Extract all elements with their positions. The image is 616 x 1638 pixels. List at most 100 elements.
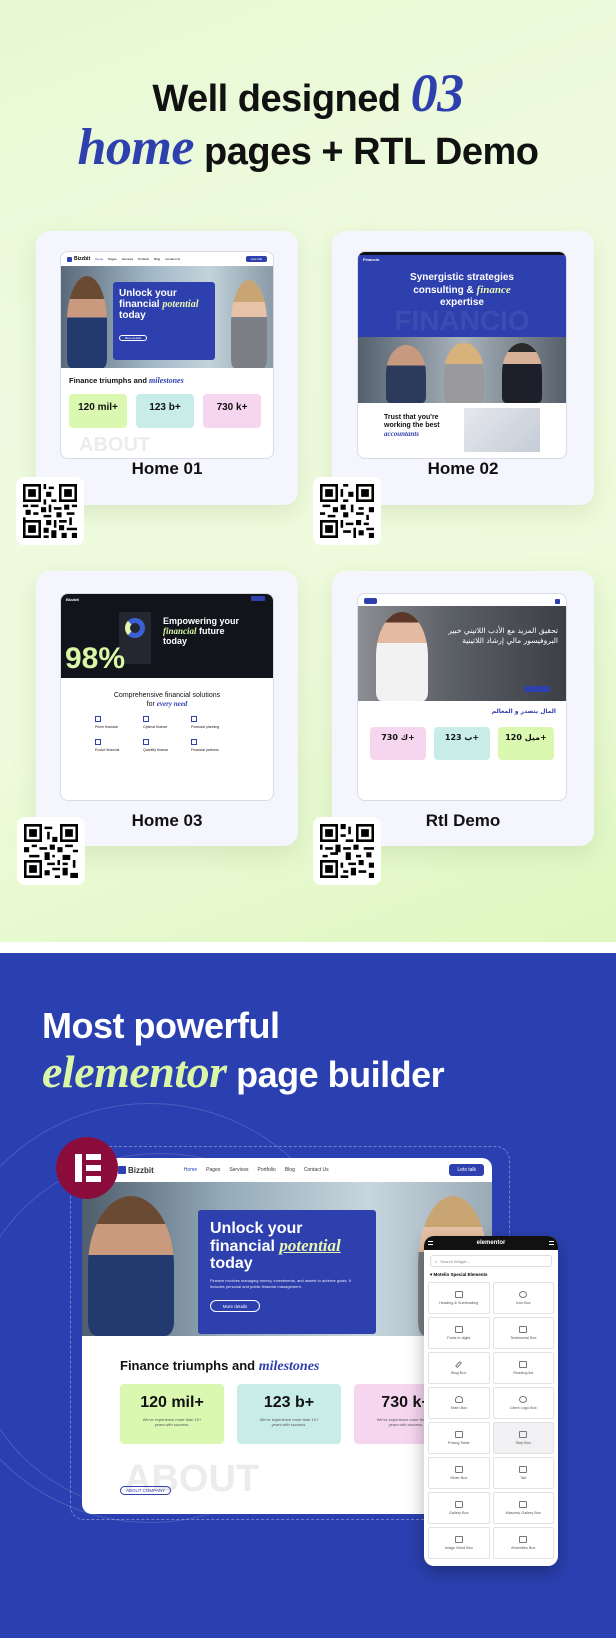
panel-title: elementor — [476, 1240, 506, 1246]
widget-heading-subheading[interactable]: Heading & Subheading — [428, 1282, 490, 1314]
qr-code-icon — [24, 824, 78, 878]
stat-card: 120 mil+ — [69, 394, 127, 428]
pricing-icon — [454, 1431, 463, 1438]
section-title-line2: home pages + RTL Demo — [77, 119, 539, 176]
demo-card-home-03[interactable]: Bizzbit 98% Empowering your financial fut… — [36, 571, 298, 846]
more-details-button[interactable]: More details — [210, 1300, 260, 1312]
qr-code-home-01 — [16, 477, 84, 545]
nav-contact[interactable]: Contact Us — [304, 1167, 329, 1173]
widget-step-box[interactable]: Step Box — [492, 1422, 554, 1454]
services-grid: Prime financial Optimal finance Financia… — [95, 716, 239, 752]
milestones-heading: Finance triumphs and milestones — [69, 376, 184, 385]
brand-logo: Bizzbit — [118, 1166, 154, 1175]
hero-photo: تحقيق المزيد مع الأدب اللاتيني خبير البر… — [358, 606, 566, 701]
amenities-icon — [519, 1536, 528, 1543]
qr-code-icon — [320, 484, 374, 538]
widget-facts-in-digits[interactable]: Facts in digits — [428, 1317, 490, 1349]
widget-gallery-box[interactable]: Gallery Box — [428, 1492, 490, 1524]
lets-talk-button[interactable]: Lets talk — [449, 1164, 484, 1176]
client-logo-icon — [519, 1396, 528, 1403]
elementor-title-line2: elementor page builder — [42, 1046, 445, 1097]
section-title-line1: Well designed 03 — [152, 63, 465, 123]
tab-icon — [519, 1466, 528, 1473]
widget-pricing-table[interactable]: Pricing Table — [428, 1422, 490, 1454]
widget-client-logo-box[interactable]: Client Logo Box — [492, 1387, 554, 1419]
testimonial-icon — [519, 1326, 528, 1333]
widget-search-input[interactable]: ⌕ Search Widget... — [430, 1255, 552, 1267]
hero-photo: Unlock your financial potential today More… — [61, 266, 273, 368]
widget-masonry-gallery-box[interactable]: Masonry Gallery Box — [492, 1492, 554, 1524]
widget-tab[interactable]: Tab — [492, 1457, 554, 1489]
icon-box-icon — [519, 1291, 528, 1298]
demo-card-rtl-demo[interactable]: تحقيق المزيد مع الأدب اللاتيني خبير البر… — [332, 571, 594, 846]
nav-blog[interactable]: Blog — [285, 1167, 295, 1173]
gallery-icon — [454, 1501, 463, 1508]
milestones-heading: Finance triumphs and milestones — [120, 1358, 320, 1374]
card-label[interactable]: Home 01 — [36, 459, 298, 479]
site-nav: Bizzbit Home Pages Services Portfolio Bl… — [82, 1158, 492, 1182]
elementor-logo-icon — [56, 1137, 118, 1199]
preview-nav: Bizzbit Home Pages Services Portfolio Bl… — [61, 252, 273, 266]
home-01-preview[interactable]: Bizzbit Home Pages Services Portfolio Bl… — [60, 251, 274, 459]
hero-card: Unlock your financial potential today Fina… — [198, 1210, 376, 1334]
cta-button: Lets talk — [245, 256, 267, 262]
widget-image-word-box[interactable]: Image Word Box — [428, 1527, 490, 1559]
widget-grid: Heading & Subheading Icon Box Facts in d… — [424, 1282, 558, 1559]
nav-services[interactable]: Services — [229, 1167, 248, 1173]
team-icon — [454, 1396, 463, 1403]
stat-card: 120 mil+ We've experience more than 10+ y… — [120, 1384, 224, 1444]
grid-menu-icon[interactable] — [549, 1241, 554, 1245]
list-icon — [519, 1361, 528, 1368]
nav-portfolio[interactable]: Portfolio — [258, 1167, 276, 1173]
about-heading: Trust that you're working the best account… — [384, 414, 440, 438]
slider-icon — [454, 1466, 463, 1473]
stat-card: 120 ميل+ — [498, 727, 554, 760]
brand-logo: Bizzbit — [67, 256, 90, 262]
widget-blog-box[interactable]: Blog Box — [428, 1352, 490, 1384]
demo-section: Well designed 03 home pages + RTL Demo B… — [0, 0, 616, 942]
widget-icon-box[interactable]: Icon Box — [492, 1282, 554, 1314]
heading-icon — [454, 1291, 463, 1298]
widget-slider-box[interactable]: Slider Box — [428, 1457, 490, 1489]
big-percentage: 98% — [65, 642, 126, 675]
masonry-icon — [519, 1501, 528, 1508]
qr-code-icon — [320, 824, 374, 878]
qr-code-home-03 — [17, 817, 85, 885]
widget-testimonial-box[interactable]: Testimonial Box — [492, 1317, 554, 1349]
card-label[interactable]: Home 02 — [332, 459, 594, 479]
stat-card: 123 ب+ — [434, 727, 490, 760]
milestones-heading: المال يتصدر و المعالم — [491, 708, 556, 715]
image-icon — [454, 1536, 463, 1543]
solutions-heading: Comprehensive financial solutions for eve… — [113, 692, 221, 708]
nav-pages[interactable]: Pages — [206, 1167, 220, 1173]
demo-card-home-01[interactable]: Bizzbit Home Pages Services Portfolio Bl… — [36, 231, 298, 505]
pencil-icon — [455, 1360, 463, 1369]
widget-reading-list[interactable]: Reading list — [492, 1352, 554, 1384]
qr-code-icon — [23, 484, 77, 538]
demo-card-home-02[interactable]: Financio Synergistic strategies consultin… — [332, 231, 594, 505]
hero-banner: Financio Synergistic strategies consultin… — [358, 255, 566, 337]
stat-card: 730 ك+ — [370, 727, 426, 760]
title-accent-number: 03 — [410, 63, 465, 123]
dark-hero: Bizzbit 98% Empowering your financial fut… — [61, 594, 273, 678]
widget-team-box[interactable]: Team Box — [428, 1387, 490, 1419]
category-header[interactable]: ▾ Motelin Special Elements — [430, 1272, 552, 1278]
widget-amenities-box[interactable]: Amenities Box — [492, 1527, 554, 1559]
home-03-preview[interactable]: Bizzbit 98% Empowering your financial fut… — [60, 593, 274, 801]
qr-code-home-02 — [313, 477, 381, 545]
elementor-accent: elementor — [42, 1046, 227, 1097]
hamburger-icon[interactable] — [428, 1241, 433, 1245]
step-icon — [519, 1431, 528, 1438]
digits-icon — [454, 1326, 463, 1333]
team-photo — [358, 337, 566, 403]
panel-header: elementor — [424, 1236, 558, 1250]
stat-card: 730 k+ — [203, 394, 261, 428]
qr-code-rtl-demo — [313, 817, 381, 885]
meeting-photo — [464, 408, 540, 452]
rtl-demo-preview[interactable]: تحقيق المزيد مع الأدب اللاتيني خبير البر… — [357, 593, 567, 801]
elementor-title-line1: Most powerful — [42, 1005, 280, 1046]
stat-card: 123 b+ — [136, 394, 194, 428]
nav-home[interactable]: Home — [184, 1167, 197, 1173]
search-icon: ⌕ — [435, 1258, 438, 1264]
home-02-preview[interactable]: Financio Synergistic strategies consultin… — [357, 251, 567, 459]
